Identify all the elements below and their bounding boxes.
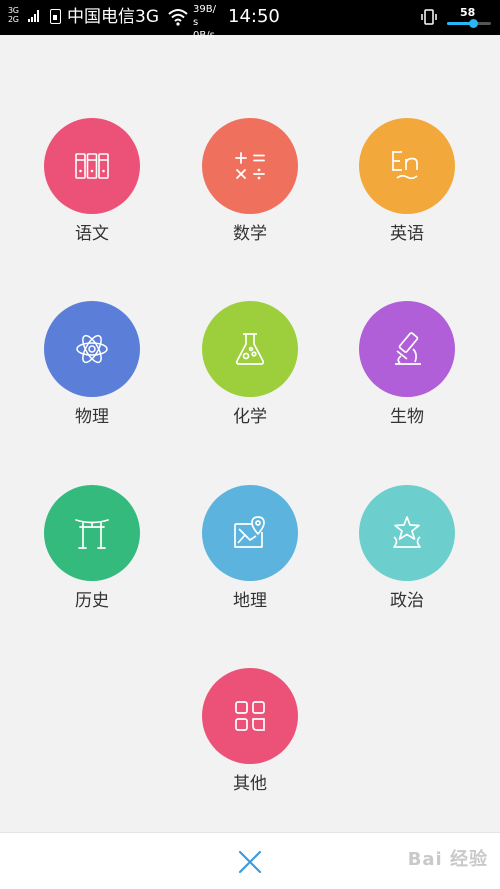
subject-label: 生物 xyxy=(390,407,424,427)
subject-chemistry[interactable]: 化学 xyxy=(195,301,305,428)
subject-history[interactable]: 历史 xyxy=(37,485,147,612)
subject-biology-circle[interactable] xyxy=(359,301,455,397)
subject-label: 英语 xyxy=(390,224,424,244)
close-icon xyxy=(238,850,262,874)
signal-bars-icon xyxy=(28,10,42,22)
subject-biology[interactable]: 生物 xyxy=(352,301,462,428)
subject-history-circle[interactable] xyxy=(44,485,140,581)
subject-math-circle[interactable] xyxy=(202,118,298,214)
battery-level-text: 58 xyxy=(460,6,476,19)
baidu-watermark: Bai 经验 xyxy=(407,849,488,870)
wifi-icon xyxy=(168,8,188,30)
subject-grid: 语文 数学 英语 物理 化学 生物 历史 地理 政治 其他 xyxy=(0,35,500,832)
status-bar: 3G 2G 中国电信3G 39B/ s 0B/s 14:50 58 xyxy=(0,0,500,41)
books-icon xyxy=(75,153,109,179)
english-en-icon xyxy=(392,151,418,180)
subject-label: 物理 xyxy=(75,407,109,427)
sim-card-icon xyxy=(50,9,61,24)
subject-geography[interactable]: 地理 xyxy=(195,485,305,612)
battery-level-bar xyxy=(447,19,491,28)
star-podium-icon xyxy=(393,516,421,548)
subject-chinese-circle[interactable] xyxy=(44,118,140,214)
subject-chemistry-circle[interactable] xyxy=(202,301,298,397)
subject-politics[interactable]: 政治 xyxy=(352,485,462,612)
subject-other-circle[interactable] xyxy=(202,668,298,764)
math-operators-icon xyxy=(235,152,265,180)
network-type-bottom: 2G xyxy=(8,15,19,24)
vibrate-icon xyxy=(420,8,438,30)
subject-english-circle[interactable] xyxy=(359,118,455,214)
subject-label: 数学 xyxy=(233,224,267,244)
subject-politics-circle[interactable] xyxy=(359,485,455,581)
subject-math[interactable]: 数学 xyxy=(195,118,305,245)
subject-physics-circle[interactable] xyxy=(44,301,140,397)
speed-upload: 39B/ xyxy=(193,4,216,15)
close-button[interactable] xyxy=(232,845,268,879)
network-type: 3G 2G xyxy=(8,6,19,24)
flask-icon xyxy=(235,333,265,365)
network-type-top: 3G xyxy=(8,6,19,15)
subject-english[interactable]: 英语 xyxy=(352,118,462,245)
atom-icon xyxy=(76,334,108,364)
grid-apps-icon xyxy=(235,701,265,731)
bottom-bar: Bai 经验 xyxy=(0,832,500,889)
subject-chinese[interactable]: 语文 xyxy=(37,118,147,245)
subject-geography-circle[interactable] xyxy=(202,485,298,581)
speed-unit: s xyxy=(193,17,199,28)
subject-physics[interactable]: 物理 xyxy=(37,301,147,428)
subject-label: 政治 xyxy=(390,591,424,611)
subject-label: 化学 xyxy=(233,407,267,427)
map-pin-icon xyxy=(234,516,265,548)
carrier-name: 中国电信3G xyxy=(67,7,159,27)
subject-label: 语文 xyxy=(75,224,109,244)
battery-level-knob xyxy=(469,19,478,28)
subject-other[interactable]: 其他 xyxy=(195,668,305,795)
gate-arch-icon xyxy=(75,519,109,549)
clock: 14:50 xyxy=(228,6,280,27)
subject-label: 历史 xyxy=(75,591,109,611)
subject-label: 其他 xyxy=(233,774,267,794)
microscope-icon xyxy=(395,332,421,365)
subject-label: 地理 xyxy=(233,591,267,611)
